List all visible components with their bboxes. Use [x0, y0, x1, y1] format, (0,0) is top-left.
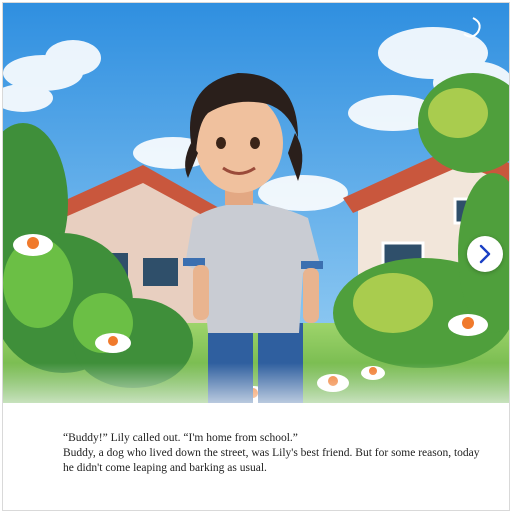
story-line-1: “Buddy!” Lily called out. “I'm home from… — [63, 432, 298, 444]
storybook-page: “Buddy!” Lily called out. “I'm home from… — [2, 2, 510, 511]
next-page-button[interactable] — [467, 236, 503, 272]
story-line-2: Buddy, a dog who lived down the street, … — [63, 447, 480, 474]
chevron-right-icon — [479, 244, 491, 264]
story-text: “Buddy!” Lily called out. “I'm home from… — [63, 431, 483, 476]
illustration-fade — [3, 363, 509, 403]
story-illustration — [3, 3, 509, 403]
